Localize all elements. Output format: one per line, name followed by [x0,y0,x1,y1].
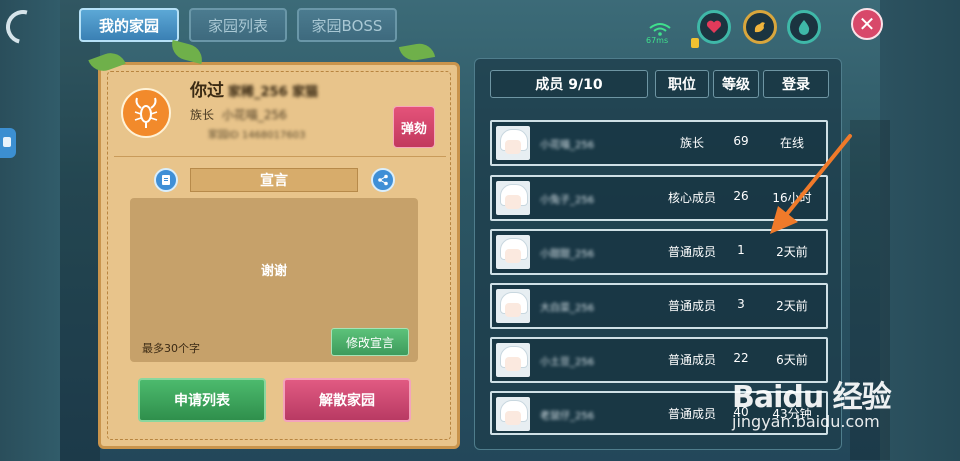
member-count-header: 成员 9/10 [490,70,648,98]
member-nickname: 大白菜_256 [540,303,595,314]
member-level: 26 [733,189,749,203]
member-avatar [496,126,530,160]
health-stat [697,10,731,44]
watermark-site: jingyan.baidu.com [732,412,880,431]
share-icon[interactable] [371,168,395,192]
member-level: 3 [737,297,745,311]
thirst-stat [787,10,821,44]
member-position: 族长 [679,136,704,150]
tab-home-list[interactable]: 家园列表 [189,8,287,42]
background-right [880,0,960,461]
leaf-decoration [168,39,206,65]
member-avatar [496,343,530,377]
member-position: 普通成员 [667,407,716,421]
impeach-button[interactable]: 弹劾 [393,106,435,148]
member-position: 普通成员 [667,299,716,313]
watermark: Baidu 经验 jingyan.baidu.com [732,372,892,431]
thermometer-icon [691,38,699,48]
member-level: 22 [733,351,749,365]
member-position: 普通成员 [667,245,716,259]
tab-home-boss[interactable]: 家园BOSS [297,8,397,42]
wifi-icon [649,23,671,36]
family-leader: 族长 小花喵_256 [190,108,287,122]
background-pillar [60,0,100,461]
background-left [0,0,60,461]
family-name: 你过 家稀_256 家猫 [190,81,319,101]
member-avatar [496,289,530,323]
level-column-header[interactable]: 等级 [713,70,759,98]
divider [114,156,446,157]
member-row[interactable]: 大白菜_256 普通成员 3 2天前 [490,283,828,329]
member-nickname: 小兔子_256 [540,195,595,206]
member-avatar [496,235,530,269]
member-nickname: 老鼠仔_256 [540,411,595,422]
annotation-arrow [770,134,852,234]
declaration-max-hint: 最多30个字 [142,342,200,355]
clipboard-icon[interactable] [154,168,178,192]
water-drop-icon [798,20,810,35]
position-column-header[interactable]: 职位 [655,70,709,98]
stamina-icon [754,22,765,33]
dissolve-home-button[interactable]: 解散家园 [283,378,411,422]
member-position: 核心成员 [667,191,716,205]
member-level: 1 [737,243,745,257]
family-emblem [121,88,171,138]
close-icon[interactable]: ✕ [851,8,883,40]
member-nickname: 小甜甜_256 [540,249,595,260]
family-id: 家园ID 1468017603 [208,130,306,141]
modify-declaration-button[interactable]: 修改宣言 [331,328,409,356]
watermark-brand: Baidu 经验 [732,380,892,415]
member-login: 6天前 [776,353,808,367]
hunger-stat [743,10,777,44]
ping-readout: 67ms [646,36,669,45]
member-nickname: 小花喵_256 [540,140,595,151]
member-login: 2天前 [776,245,808,259]
leaf-decoration [398,41,436,63]
member-level: 69 [733,134,749,148]
side-menu-icon[interactable] [0,128,16,158]
heart-icon [706,20,722,33]
member-login: 2天前 [776,299,808,313]
declaration-header: 宣言 [190,168,358,192]
apply-list-button[interactable]: 申请列表 [138,378,266,422]
tab-my-home[interactable]: 我的家园 [79,8,179,42]
member-nickname: 小土豆_256 [540,357,595,368]
scorpion-icon [134,97,158,128]
member-position: 普通成员 [667,353,716,367]
login-column-header[interactable]: 登录 [763,70,829,98]
declaration-text: 谢谢 [260,264,287,279]
member-avatar [496,397,530,431]
game-scene: 我的家园 家园列表 家园BOSS 你过 家稀_256 家猫 族长 小花喵_256 … [0,0,960,461]
member-avatar [496,181,530,215]
